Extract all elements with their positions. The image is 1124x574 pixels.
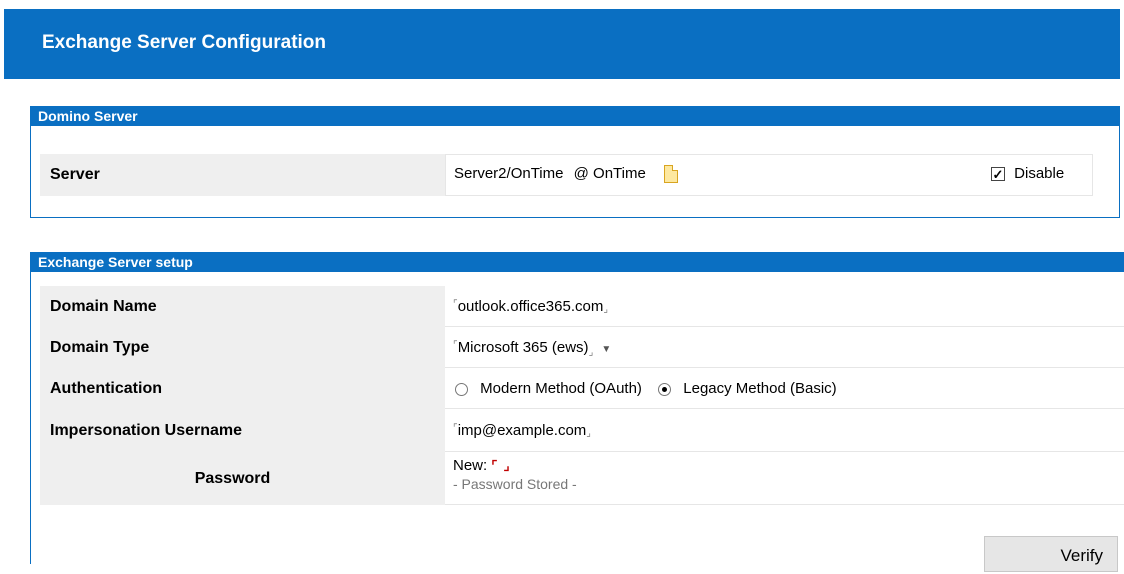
password-cell: New: ⌜ ⌟ - Password Stored - (445, 452, 1124, 505)
domain-name-label-cell: Domain Name (40, 286, 445, 327)
domain-type-cell: ⌜Microsoft 365 (ews)⌟ ▼ (445, 327, 1124, 368)
field-end-marker: ⌟ (588, 347, 594, 358)
impersonation-label-cell: Impersonation Username (40, 409, 445, 452)
password-label-cell: Password (40, 452, 445, 505)
impersonation-field[interactable]: ⌜imp@example.com⌟ (453, 422, 591, 439)
password-label: Password (194, 470, 271, 487)
disable-label: Disable (1014, 165, 1065, 182)
server-value-cell: Server2/OnTime @ OnTime ✓ Disable (445, 154, 1093, 196)
authentication-label-cell: Authentication (40, 368, 445, 409)
domain-type-value: Microsoft 365 (ews) (457, 339, 589, 356)
auth-option-basic-label[interactable]: Legacy Method (Basic) (683, 380, 836, 397)
document-icon[interactable] (664, 165, 679, 184)
disable-toggle[interactable]: ✓ Disable (991, 155, 1064, 193)
server-at-value: @ OnTime (573, 165, 646, 182)
page-header: Exchange Server Configuration (4, 9, 1120, 79)
field-end-marker: ⌟ (586, 428, 591, 439)
field-end-marker: ⌟ (503, 458, 510, 473)
impersonation-cell: ⌜imp@example.com⌟ (445, 409, 1124, 452)
authentication-cell: Modern Method (OAuth) Legacy Method (Bas… (445, 368, 1124, 409)
server-value: Server2/OnTime (454, 165, 564, 182)
field-start-marker: ⌜ (453, 423, 458, 434)
auth-option-oauth-label[interactable]: Modern Method (OAuth) (480, 380, 642, 397)
password-stored-text: - Password Stored - (453, 476, 577, 492)
domain-type-label-cell: Domain Type (40, 327, 445, 368)
impersonation-value: imp@example.com (457, 422, 587, 439)
domino-section-title: Domino Server (30, 106, 1120, 126)
chevron-down-icon[interactable]: ▼ (601, 344, 611, 355)
authentication-label: Authentication (50, 380, 162, 397)
auth-radio-basic[interactable] (658, 382, 672, 396)
field-start-marker: ⌜ (491, 458, 498, 473)
password-new-field[interactable]: ⌜ ⌟ (491, 457, 509, 474)
auth-radio-oauth[interactable] (455, 382, 468, 396)
exchange-section-title: Exchange Server setup (30, 252, 1124, 272)
field-end-marker: ⌟ (603, 304, 609, 315)
impersonation-label: Impersonation Username (50, 422, 243, 439)
password-new-label: New: (453, 457, 488, 474)
field-start-marker: ⌜ (453, 299, 458, 310)
disable-checkbox[interactable]: ✓ (991, 167, 1005, 182)
verify-button[interactable]: Verify (984, 536, 1118, 572)
domain-name-cell: ⌜outlook.office365.com⌟ (445, 286, 1124, 327)
domain-type-select[interactable]: ⌜Microsoft 365 (ews)⌟ ▼ (453, 339, 611, 358)
domain-name-value: outlook.office365.com (457, 298, 604, 315)
domain-name-field[interactable]: ⌜outlook.office365.com⌟ (453, 298, 608, 315)
domain-type-label: Domain Type (50, 339, 150, 356)
server-label-cell: Server (40, 154, 445, 196)
server-label: Server (50, 166, 100, 183)
page-title: Exchange Server Configuration (42, 32, 327, 53)
domain-name-label: Domain Name (50, 298, 157, 315)
field-start-marker: ⌜ (453, 340, 458, 351)
